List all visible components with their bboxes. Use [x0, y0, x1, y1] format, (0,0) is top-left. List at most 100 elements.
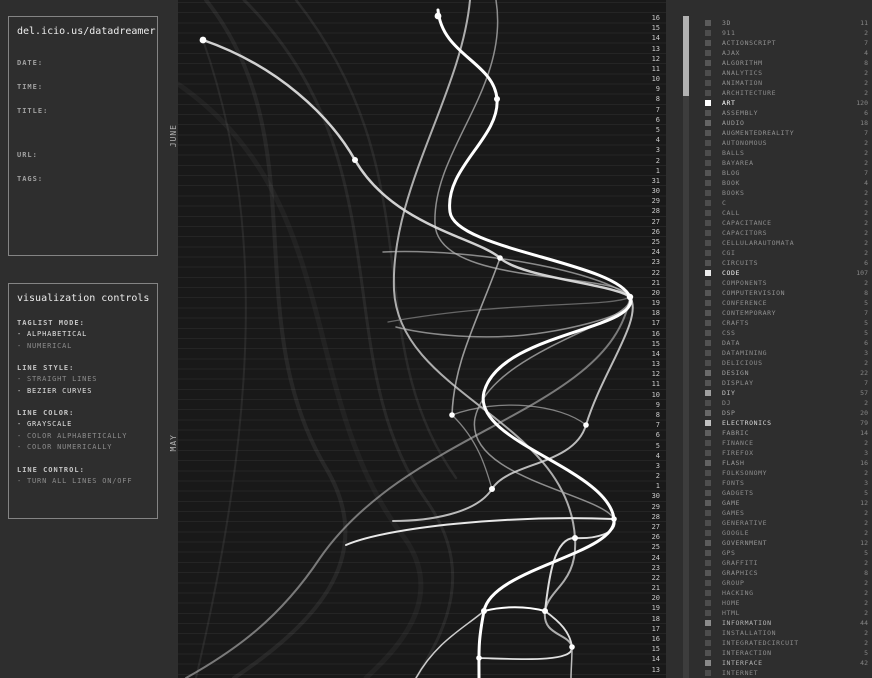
tag-checkbox[interactable] [705, 440, 711, 446]
tag-row[interactable]: CAPACITORS2 [696, 228, 872, 238]
tag-checkbox[interactable] [705, 170, 711, 176]
tag-checkbox[interactable] [705, 40, 711, 46]
tag-row[interactable]: ALGORITHM8 [696, 58, 872, 68]
tag-checkbox[interactable] [705, 590, 711, 596]
tag-row[interactable]: BOOKS2 [696, 188, 872, 198]
tag-checkbox[interactable] [705, 260, 711, 266]
tag-row[interactable]: GRAPHICS8 [696, 568, 872, 578]
tag-row[interactable]: CONTEMPORARY7 [696, 308, 872, 318]
tag-row[interactable]: CELLULARAUTOMATA2 [696, 238, 872, 248]
tag-checkbox[interactable] [705, 250, 711, 256]
tag-row[interactable]: DSP20 [696, 408, 872, 418]
tag-checkbox[interactable] [705, 450, 711, 456]
tag-checkbox[interactable] [705, 420, 711, 426]
tag-row[interactable]: CSS5 [696, 328, 872, 338]
tag-row[interactable]: FOLKSONOMY2 [696, 468, 872, 478]
tag-scrollbar-track[interactable] [683, 16, 689, 678]
tag-row[interactable]: ELECTRONICS79 [696, 418, 872, 428]
tag-checkbox[interactable] [705, 340, 711, 346]
tag-checkbox[interactable] [705, 200, 711, 206]
tag-row[interactable]: GRAFFITI2 [696, 558, 872, 568]
tag-row[interactable]: INSTALLATION2 [696, 628, 872, 638]
tag-checkbox[interactable] [705, 240, 711, 246]
tag-checkbox[interactable] [705, 120, 711, 126]
tag-row[interactable]: INTERACTION5 [696, 648, 872, 658]
tag-checkbox[interactable] [705, 570, 711, 576]
control-option[interactable]: - NUMERICAL [17, 341, 153, 353]
tag-checkbox[interactable] [705, 660, 711, 666]
tag-row[interactable]: DATA6 [696, 338, 872, 348]
tag-checkbox[interactable] [705, 650, 711, 656]
tag-row[interactable]: ARCHITECTURE2 [696, 88, 872, 98]
tag-checkbox[interactable] [705, 490, 711, 496]
tag-row[interactable]: GAME12 [696, 498, 872, 508]
tag-row[interactable]: AUDIO18 [696, 118, 872, 128]
tag-row[interactable]: ASSEMBLY6 [696, 108, 872, 118]
tag-row[interactable]: CGI2 [696, 248, 872, 258]
tag-scrollbar-thumb[interactable] [683, 16, 689, 96]
tag-checkbox[interactable] [705, 530, 711, 536]
tag-checkbox[interactable] [705, 110, 711, 116]
tag-checkbox[interactable] [705, 460, 711, 466]
tag-checkbox[interactable] [705, 620, 711, 626]
control-option[interactable]: - TURN ALL LINES ON/OFF [17, 476, 153, 488]
tag-checkbox[interactable] [705, 410, 711, 416]
tag-checkbox[interactable] [705, 370, 711, 376]
tag-checkbox[interactable] [705, 80, 711, 86]
tag-row[interactable]: AUTONOMOUS2 [696, 138, 872, 148]
tag-row[interactable]: DESIGN22 [696, 368, 872, 378]
tag-checkbox[interactable] [705, 610, 711, 616]
tag-row[interactable]: CAPACITANCE2 [696, 218, 872, 228]
tag-checkbox[interactable] [705, 430, 711, 436]
tag-row[interactable]: CODE107 [696, 268, 872, 278]
tag-checkbox[interactable] [705, 280, 711, 286]
tag-row[interactable]: COMPUTERVISION8 [696, 288, 872, 298]
tag-checkbox[interactable] [705, 540, 711, 546]
tag-checkbox[interactable] [705, 210, 711, 216]
control-option[interactable]: - ALPHABETICAL [17, 329, 153, 341]
tag-checkbox[interactable] [705, 20, 711, 26]
control-option[interactable]: - STRAIGHT LINES [17, 374, 153, 386]
tag-row[interactable]: BLOG7 [696, 168, 872, 178]
tag-row[interactable]: ANALYTICS2 [696, 68, 872, 78]
tag-checkbox[interactable] [705, 510, 711, 516]
tag-checkbox[interactable] [705, 360, 711, 366]
tag-checkbox[interactable] [705, 190, 711, 196]
tag-row[interactable]: ANIMATION2 [696, 78, 872, 88]
tag-checkbox[interactable] [705, 480, 711, 486]
tag-checkbox[interactable] [705, 230, 711, 236]
tag-row[interactable]: 3D11 [696, 18, 872, 28]
control-option[interactable]: - GRAYSCALE [17, 419, 153, 431]
tag-row[interactable]: AJAX4 [696, 48, 872, 58]
timeline-plot-canvas[interactable]: 1615141312111098765432131302928272625242… [178, 0, 666, 678]
tag-checkbox[interactable] [705, 550, 711, 556]
tag-row[interactable]: C2 [696, 198, 872, 208]
tag-row[interactable]: GOVERNMENT12 [696, 538, 872, 548]
tag-checkbox[interactable] [705, 140, 711, 146]
tag-checkbox[interactable] [705, 60, 711, 66]
tag-checkbox[interactable] [705, 560, 711, 566]
tag-checkbox[interactable] [705, 70, 711, 76]
tag-checkbox[interactable] [705, 150, 711, 156]
tag-checkbox[interactable] [705, 270, 711, 276]
tag-checkbox[interactable] [705, 90, 711, 96]
tag-row[interactable]: FLASH16 [696, 458, 872, 468]
tag-row[interactable]: BOOK4 [696, 178, 872, 188]
tag-row[interactable]: DATAMINING3 [696, 348, 872, 358]
tag-row[interactable]: HOME2 [696, 598, 872, 608]
tag-checkbox[interactable] [705, 470, 711, 476]
tag-row[interactable]: FIREFOX3 [696, 448, 872, 458]
tag-checkbox[interactable] [705, 600, 711, 606]
tag-row[interactable]: CONFERENCE5 [696, 298, 872, 308]
tag-row[interactable]: DISPLAY7 [696, 378, 872, 388]
tag-row[interactable]: GROUP2 [696, 578, 872, 588]
tag-row[interactable]: DJ2 [696, 398, 872, 408]
control-option[interactable]: - COLOR NUMERICALLY [17, 442, 153, 454]
tag-row[interactable]: FABRIC14 [696, 428, 872, 438]
tag-checkbox[interactable] [705, 220, 711, 226]
tag-checkbox[interactable] [705, 330, 711, 336]
tag-row[interactable]: ART120 [696, 98, 872, 108]
tag-checkbox[interactable] [705, 300, 711, 306]
tag-checkbox[interactable] [705, 310, 711, 316]
tag-checkbox[interactable] [705, 180, 711, 186]
